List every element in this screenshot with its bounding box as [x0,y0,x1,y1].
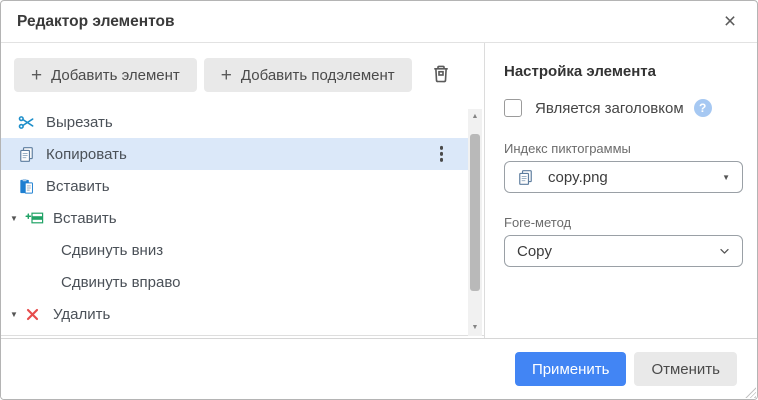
list-scrollbar[interactable]: ▲ ▼ [468,109,482,336]
fore-method-value: Copy [517,243,552,260]
list-item[interactable]: Вставить [1,170,469,202]
list-item[interactable]: ▼ Вставить [1,202,469,234]
list-item[interactable]: Сдвинуть вниз [1,234,469,266]
scissors-icon [18,113,40,131]
is-header-row: Является заголовком ? [504,97,741,119]
dialog-header: Редактор элементов × [1,1,757,43]
elements-panel: + Добавить элемент + Добавить подэлемент… [1,43,485,338]
add-subelement-button[interactable]: + Добавить подэлемент [204,58,412,92]
insert-row-icon [25,209,47,227]
close-icon[interactable]: × [717,9,743,35]
settings-heading: Настройка элемента [504,63,741,80]
list-item-label: Вставить [53,210,117,227]
elements-toolbar: + Добавить элемент + Добавить подэлемент [1,43,484,92]
icon-index-select[interactable]: copy.png ▼ [504,161,743,193]
dialog-footer: Применить Отменить [1,338,757,399]
list-item[interactable]: Сдвинуть вправо [1,266,469,298]
scroll-up-icon[interactable]: ▲ [468,111,482,123]
help-icon[interactable]: ? [694,99,712,117]
element-editor-dialog: Редактор элементов × + Добавить элемент … [0,0,758,400]
is-header-checkbox[interactable] [504,99,522,117]
list-item-label: Сдвинуть вправо [61,274,181,291]
list-item-label: Вырезать [46,114,113,131]
icon-index-label: Индекс пиктограммы [504,141,741,156]
fore-method-select[interactable]: Copy [504,235,743,267]
plus-icon: + [31,66,42,85]
list-item-label: Удалить [53,306,110,323]
settings-panel: Настройка элемента Является заголовком ?… [486,43,757,338]
fore-method-label: Fore-метод [504,215,741,230]
scrollbar-thumb[interactable] [470,134,480,291]
add-element-button[interactable]: + Добавить элемент [14,58,197,92]
delete-element-button[interactable] [428,62,454,88]
delete-x-icon [25,305,47,323]
dialog-title: Редактор элементов [17,13,174,31]
trash-icon [431,64,451,87]
is-header-label: Является заголовком [535,100,684,117]
kebab-menu-icon[interactable] [440,145,444,163]
add-subelement-label: Добавить подэлемент [241,67,395,84]
icon-index-value: copy.png [548,169,608,186]
list-item-label: Вставить [46,178,110,195]
list-item[interactable]: ▼ Удалить [1,298,469,330]
copy-icon [517,168,539,186]
copy-icon [18,145,40,163]
list-item-label: Копировать [46,146,127,163]
element-list: Вырезать Копировать Вставить ▼ Вставить Сдвин… [1,106,484,336]
list-item[interactable]: Копировать [1,138,469,170]
chevron-down-icon [719,248,730,255]
cancel-button[interactable]: Отменить [634,352,737,386]
plus-icon: + [221,66,232,85]
expander-icon[interactable]: ▼ [9,214,25,223]
list-item-label: Сдвинуть вниз [61,242,163,259]
dropdown-caret-icon: ▼ [722,173,730,182]
list-item[interactable]: Вырезать [1,106,469,138]
expander-icon[interactable]: ▼ [9,310,25,319]
paste-icon [18,177,40,195]
scroll-down-icon[interactable]: ▼ [468,322,482,334]
apply-button[interactable]: Применить [515,352,627,386]
add-element-label: Добавить элемент [51,67,180,84]
